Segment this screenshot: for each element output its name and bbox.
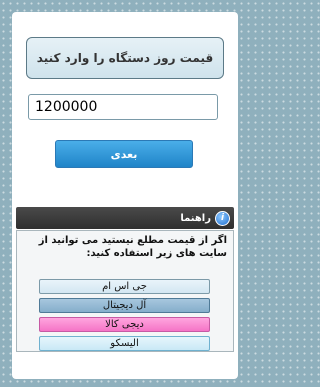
- price-input[interactable]: [28, 94, 218, 120]
- guide-header[interactable]: راهنما i: [16, 207, 234, 229]
- site-button-digikala[interactable]: دیجی کالا: [39, 317, 210, 332]
- guide-panel: اگر از قیمت مطلع نیستید می توانید از سای…: [16, 230, 234, 352]
- page-title-box: قیمت روز دستگاه را وارد کنید: [26, 37, 224, 79]
- site-button-gsm[interactable]: جی اس ام: [39, 279, 210, 294]
- page-title: قیمت روز دستگاه را وارد کنید: [36, 51, 214, 65]
- guide-help-text: اگر از قیمت مطلع نیستید می توانید از سای…: [38, 235, 227, 259]
- site-button-all-digital[interactable]: آل دیجیتال: [39, 298, 210, 313]
- site-button-elisco[interactable]: الیسکو: [39, 336, 210, 351]
- help-icon: i: [215, 210, 230, 226]
- next-button[interactable]: بعدی: [55, 140, 193, 168]
- main-card: قیمت روز دستگاه را وارد کنید بعدی راهنما…: [12, 12, 238, 379]
- guide-title: راهنما: [180, 212, 211, 224]
